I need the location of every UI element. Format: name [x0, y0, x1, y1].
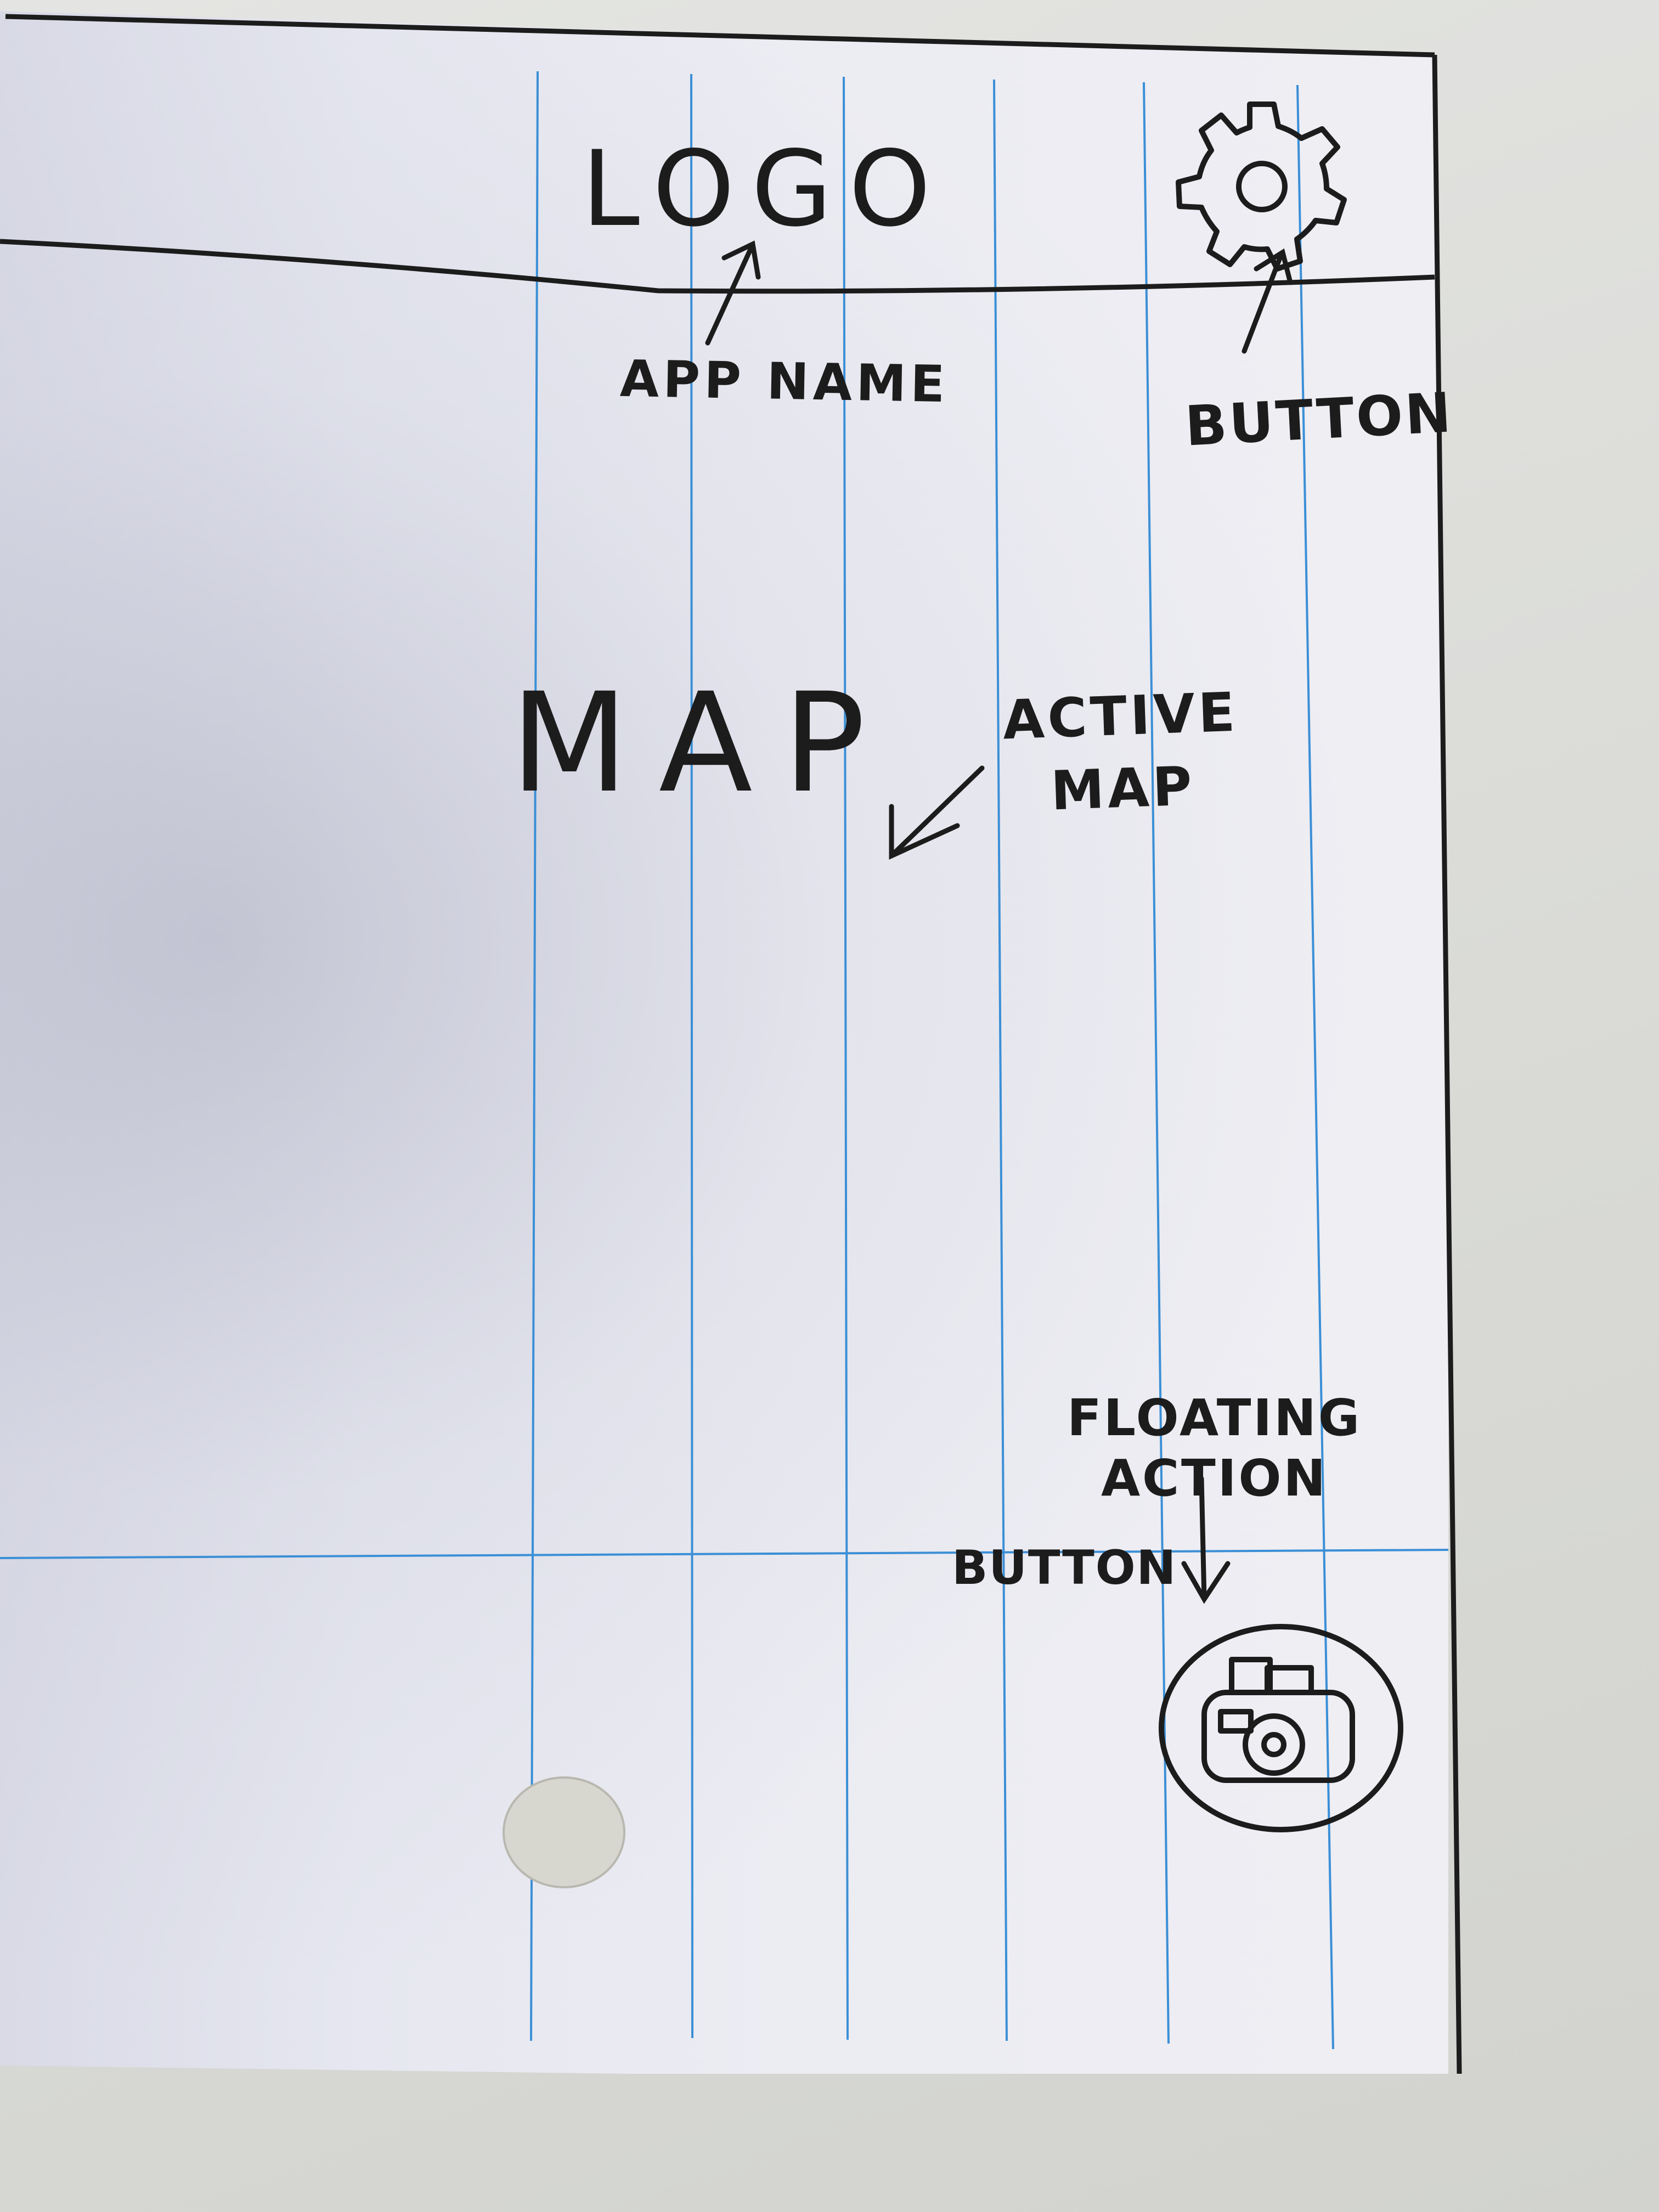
punched-hole [503, 1776, 625, 1888]
paper-right-edge [1432, 54, 1462, 2074]
gear-icon[interactable] [1176, 101, 1347, 272]
ruled-line-horizontal [0, 1549, 1449, 1559]
map-area-label: MAP [510, 663, 896, 823]
sketch-lines [0, 14, 1462, 2074]
map-annotation-line-2: MAP [1049, 755, 1197, 823]
fab-annotation-line-3: BUTTON [952, 1541, 1177, 1595]
paper-outline [5, 14, 1462, 2074]
fab-annotation-line-1: FLOATING [1067, 1389, 1362, 1447]
ruled-line-1 [530, 71, 539, 2041]
map-annotation: ACTIVE MAP [1002, 676, 1242, 830]
floating-action-button[interactable] [1159, 1624, 1403, 1832]
app-logo: LOGO [582, 128, 948, 250]
camera-icon [1201, 1657, 1355, 1783]
logo-annotation: APP NAME [619, 349, 950, 414]
fab-annotation: FLOATING ACTION [1067, 1388, 1362, 1509]
fab-outline [1159, 1624, 1403, 1832]
photo-background: LOGO APP NAME BUTTON MAP ACTIVE MAP FLOA… [0, 0, 1659, 2212]
paper-top-edge [5, 14, 1435, 58]
ruled-line-4 [993, 79, 1008, 2041]
map-annotation-line-1: ACTIVE [1001, 681, 1239, 752]
map-arrow [889, 765, 985, 860]
settings-annotation: BUTTON [1183, 380, 1455, 459]
fab-annotation-line-2: ACTION [1101, 1449, 1328, 1508]
